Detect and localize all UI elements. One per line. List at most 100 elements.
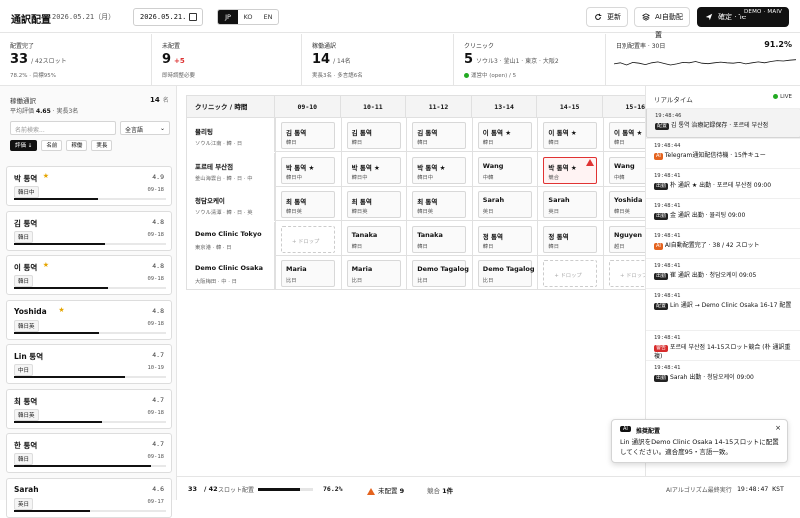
assignment-slot[interactable]: Sarah 英日	[543, 191, 598, 219]
feed-event[interactable]: 19:48:41 配置 Lin 通訳 → Demo Clinic Osaka 16-…	[646, 288, 800, 330]
assignment-slot[interactable]: Yoshida ★ 韓日英	[609, 191, 645, 219]
interpreter-score: 4.8	[152, 217, 164, 226]
ai-assign-button[interactable]: AI自動配置	[634, 7, 690, 39]
assignment-slot[interactable]: 최 통역 韓日英	[412, 191, 467, 219]
assignment-slot[interactable]: Maria 比日	[346, 260, 401, 288]
slot-language: 韓日中	[351, 174, 368, 181]
assignment-slot[interactable]: Sarah 英日	[477, 191, 532, 219]
sort-rating[interactable]: 評価 ↓	[10, 140, 38, 151]
feed-event[interactable]: 19:48:41 AI AI自動配置完了 · 38 / 42 スロット	[646, 228, 800, 258]
interpreter-card[interactable]: 박 통역 ★ 4.9 韓日中 09-18	[6, 166, 172, 206]
feed-event[interactable]: 19:48:41 警告 포르테 부산점 14-15スロット競合 (朴 通訳重複)	[646, 330, 800, 360]
event-time: 19:48:41	[654, 365, 681, 371]
feed-event[interactable]: 19:48:41 出勤 Sarah 出勤 · 청담오케이 09:00	[646, 360, 800, 390]
lang-en[interactable]: EN	[258, 10, 278, 24]
clinic-header[interactable]: 청담오케이 ソウル清潭 · 韓 · 日 · 英	[187, 187, 275, 222]
event-badge: AI	[654, 153, 663, 160]
assignment-slot[interactable]: 이 통역 ★ 韓日	[609, 122, 645, 149]
interpreter-card[interactable]: Sarah 4.6 英日 09-17	[6, 477, 172, 518]
avg-label: 平均評価	[10, 108, 35, 115]
interpreter-name: Sarah	[14, 484, 39, 494]
load-fill	[14, 420, 103, 423]
conflict-count: 1件	[442, 487, 454, 495]
sort-experience[interactable]: 実長	[91, 140, 113, 151]
interpreter-card[interactable]: Yoshida ★ 4.8 韓日英 09-18	[6, 299, 172, 340]
ai-recommendation-toast[interactable]: AI 推奨配置 × Lin 通訳をDemo Clinic Osaka 14-15…	[611, 419, 788, 463]
slot-language: 韓日	[417, 140, 428, 146]
drop-slot[interactable]: + ドロップ	[609, 260, 646, 288]
slot-language: 韓日	[351, 140, 363, 146]
assignment-slot[interactable]: Wang 中韓	[609, 156, 645, 184]
date-picker[interactable]: 2026.05.21.	[133, 8, 203, 26]
assignment-slot[interactable]: Demo Tagalog 比日	[412, 260, 469, 288]
assignment-slot[interactable]: 최 통역 韓日英	[346, 191, 401, 219]
drop-slot[interactable]: + ドロップ	[281, 225, 335, 253]
assignment-slot[interactable]: 이 통역 ★ 韓日	[477, 122, 532, 149]
interpreter-card[interactable]: 이 통역 ★ 4.8 韓日 09-18	[6, 255, 172, 295]
assignment-slot[interactable]: 정 통역 韓日	[543, 225, 598, 253]
realtime-feed: リアルタイム LIVE 19:48:46 配置 김 통역 治療記録保存 · 포르테 …	[645, 86, 800, 476]
feed-event[interactable]: 19:48:41 出勤朴 通訳 ★ 出勤 · 포르테 부산점 09:00	[646, 168, 800, 198]
assignment-slot[interactable]: 박 통역 ★ 韓日中	[346, 156, 401, 184]
interpreter-card[interactable]: 최 통역 4.7 韓日英 09-18	[6, 388, 172, 429]
sort-name[interactable]: 名前	[41, 140, 63, 151]
clinic-header[interactable]: 뮬리팅 ソウル江南 · 韓 · 日	[187, 118, 275, 152]
assignment-slot[interactable]: 박 통역 ★ 韓日中	[412, 156, 467, 184]
feed-event[interactable]: 19:48:41 出勤金 通訳 出勤 · 뮬리팅 09:00	[646, 198, 800, 228]
feed-event[interactable]: 19:48:44 AI Telegram通知配信待機 · 15件キュー	[646, 138, 800, 168]
feed-event[interactable]: 19:48:46 配置 김 통역 治療記録保存 · 포르테 부산점	[646, 108, 800, 138]
stat-value: 5	[464, 52, 474, 67]
stat-value: 14	[312, 52, 331, 67]
sort-tabs: 評価 ↓ 名前 稼働 実長	[10, 140, 113, 151]
interpreter-card[interactable]: Lin 통역 4.7 中日 10-19	[6, 344, 172, 384]
slot-language: 比日	[351, 278, 363, 285]
slot-interpreter: 박 통역 ★	[286, 163, 315, 172]
algo-label: AIアルゴリズム最終実行	[666, 487, 732, 494]
slot-interpreter: + ドロップ	[620, 273, 646, 280]
slot-interpreter: Demo Tagalog	[482, 265, 535, 274]
clinic-name: 청담오케이	[195, 197, 225, 206]
language-tag: 韓日中	[14, 186, 39, 198]
interpreter-card[interactable]: 김 통역 4.8 韓日 09-18	[6, 210, 172, 251]
event-text: Telegram通知配信待機 · 15件キュー	[664, 152, 766, 159]
assignment-slot[interactable]: Wang 中韓	[477, 156, 532, 184]
assignment-slot[interactable]: 김 통역 韓日	[346, 122, 401, 149]
assignment-slot[interactable]: Demo Tagalog 比日	[477, 260, 535, 288]
assignment-slot[interactable]: 김 통역 韓日	[412, 122, 467, 149]
assignment-slot[interactable]: Tanaka 韓日	[346, 225, 401, 253]
work-hours: 10-19	[147, 365, 164, 371]
event-badge: 出勤	[654, 375, 669, 382]
stat-unassigned: 未配置 9 +5 即時調整必要	[152, 34, 302, 86]
assignment-slot[interactable]: 최 통역 韓日英	[281, 191, 335, 219]
language-filter[interactable]: 全言語 ⌄	[120, 121, 170, 135]
language-switcher[interactable]: JP KO EN	[217, 9, 279, 25]
assignment-slot[interactable]: Tanaka 韓日	[412, 225, 467, 253]
assignment-slot[interactable]: 이 통역 ★ 韓日	[543, 122, 598, 149]
lang-jp[interactable]: JP	[218, 10, 238, 24]
slot-language: 韓日	[482, 243, 494, 250]
refresh-button[interactable]: 更新	[586, 7, 628, 27]
assignment-slot[interactable]: Maria 比日	[281, 260, 335, 288]
interpreter-score: 4.7	[152, 351, 164, 359]
assignment-slot[interactable]: 정 통역 韓日	[477, 225, 532, 253]
interpreter-card[interactable]: 한 통역 4.7 韓日 09-18	[6, 433, 172, 473]
close-icon[interactable]: ×	[775, 424, 781, 432]
event-time: 19:48:41	[654, 263, 681, 269]
drop-slot[interactable]: + ドロップ	[543, 260, 598, 288]
load-bar	[14, 509, 166, 512]
clinic-header[interactable]: Demo Clinic Osaka 大阪梅田 · 中 · 日	[187, 256, 275, 289]
assignment-slot[interactable]: 김 통역 韓日	[281, 122, 335, 149]
conflict-slot[interactable]: 박 통역 ★ 競合	[543, 156, 598, 184]
slot-language: 韓日英	[614, 209, 630, 216]
lang-ko[interactable]: KO	[238, 10, 258, 24]
assignment-slot[interactable]: Nguyen 越日	[609, 225, 645, 253]
sort-active[interactable]: 稼働	[66, 140, 88, 151]
event-time: 19:48:46	[655, 113, 682, 119]
clinic-header[interactable]: Demo Clinic Tokyo 東京港 · 韓 · 日	[187, 221, 275, 256]
slot-language: 韓日	[351, 243, 363, 250]
done-count: 33	[188, 485, 198, 493]
feed-event[interactable]: 19:48:41 出勤崔 通訳 出勤 · 청담오케이 09:05	[646, 258, 800, 288]
search-input[interactable]: 名前検索...	[10, 121, 116, 135]
clinic-header[interactable]: 포르테 부산점 釜山海雲台 · 韓 · 日 · 中	[187, 152, 275, 187]
assignment-slot[interactable]: 박 통역 ★ 韓日中	[281, 156, 335, 184]
